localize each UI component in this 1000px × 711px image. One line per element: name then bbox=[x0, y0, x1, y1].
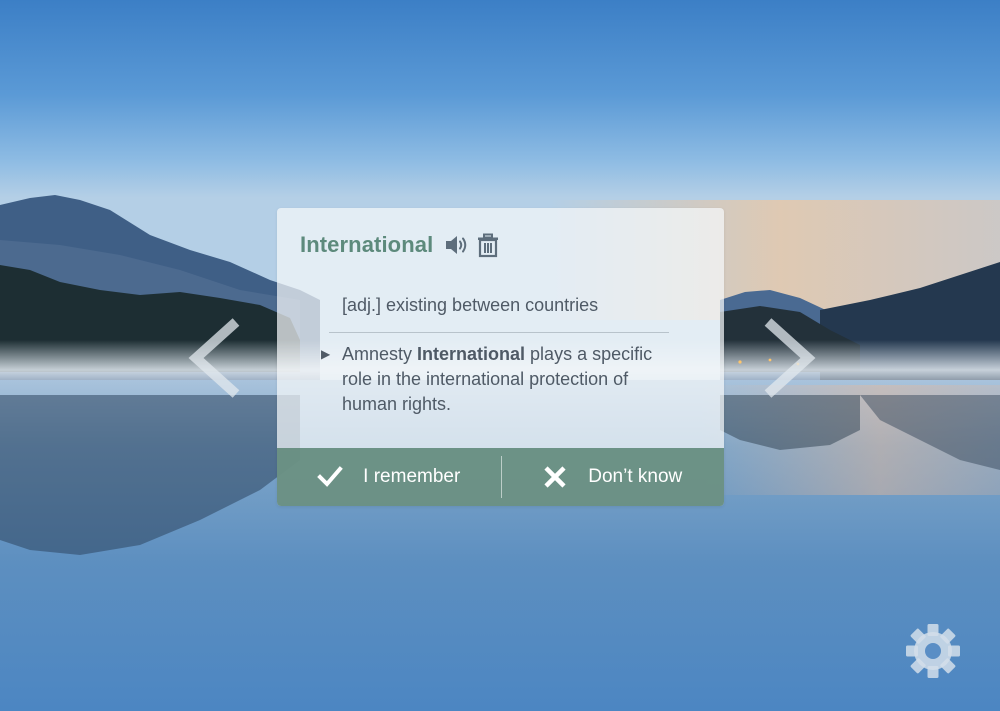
speaker-icon[interactable] bbox=[443, 232, 469, 258]
dont-know-button[interactable]: Don’t know bbox=[501, 448, 725, 506]
x-icon bbox=[544, 466, 566, 488]
bullet-triangle-icon: ▶ bbox=[321, 347, 331, 361]
example-highlight: International bbox=[417, 344, 526, 364]
trash-icon[interactable] bbox=[475, 232, 501, 258]
card-word: International bbox=[300, 232, 434, 257]
remember-button[interactable]: I remember bbox=[277, 448, 501, 506]
chevron-left-icon[interactable] bbox=[186, 318, 242, 398]
check-icon bbox=[317, 466, 343, 487]
app-stage: International [adj.] existing between co… bbox=[0, 0, 1000, 711]
card-example: ▶ Amnesty International plays a specific… bbox=[321, 342, 662, 417]
example-text-before: Amnesty bbox=[342, 344, 418, 364]
flashcard-body: International [adj.] existing between co… bbox=[277, 208, 724, 448]
gear-icon[interactable] bbox=[904, 622, 962, 680]
card-definition: [adj.] existing between countries bbox=[342, 295, 599, 315]
divider bbox=[329, 332, 669, 333]
word-row: International bbox=[300, 230, 501, 260]
chevron-right-icon[interactable] bbox=[762, 318, 818, 398]
answer-bar: I remember Don’t know bbox=[277, 448, 724, 506]
flashcard: International [adj.] existing between co… bbox=[277, 208, 724, 506]
dont-know-label: Don’t know bbox=[588, 466, 683, 487]
remember-label: I remember bbox=[363, 466, 461, 487]
